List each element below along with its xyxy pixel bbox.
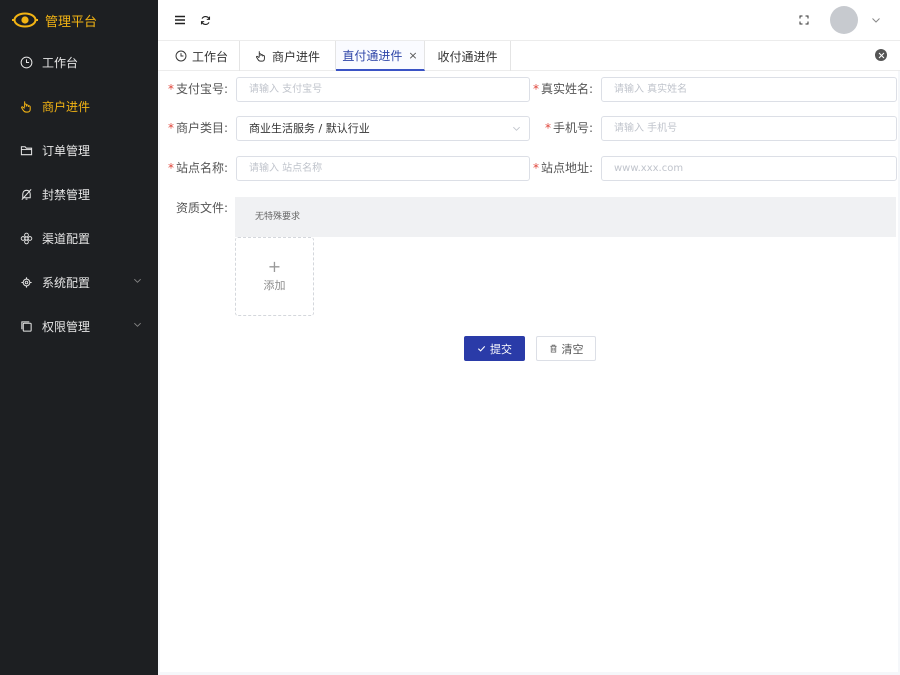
- main-content: * 支付宝号: 请输入 支付宝号 * 真实姓名: 请输入 真实姓名 * 商户类目: 商…: [160, 71, 898, 672]
- sidebar: 管理平台 工作台 商户进件 订单管理 封禁管理 渠道配置 系统配置 权限管理: [0, 0, 158, 675]
- tab-label: 直付通进件: [342, 48, 403, 63]
- realname-label: * 真实姓名:: [532, 82, 593, 96]
- refresh-icon[interactable]: [198, 13, 212, 27]
- sidebar-item-merchant-onboarding[interactable]: 商户进件: [0, 84, 158, 128]
- close-icon[interactable]: ×: [408, 49, 417, 62]
- site-name-label: * 站点名称:: [167, 161, 228, 175]
- category-label: * 商户类目:: [167, 121, 228, 135]
- sidebar-item-ban-management[interactable]: 封禁管理: [0, 172, 158, 216]
- required-marker: *: [532, 161, 539, 175]
- bell-off-icon: [18, 186, 34, 202]
- phone-input[interactable]: 请输入 手机号: [601, 116, 897, 141]
- app-title: 管理平台: [45, 14, 98, 30]
- top-header: [158, 0, 900, 40]
- add-file-label: 添加: [263, 279, 286, 292]
- sidebar-item-permissions[interactable]: 权限管理: [0, 304, 158, 348]
- tab-workbench[interactable]: 工作台: [164, 41, 240, 71]
- sidebar-item-label: 订单管理: [42, 143, 91, 158]
- submit-button[interactable]: 提交: [464, 336, 525, 361]
- required-marker: *: [532, 82, 539, 96]
- chevron-down-icon[interactable]: [869, 13, 883, 27]
- logo-icon: [12, 12, 38, 28]
- sidebar-item-system-config[interactable]: 系统配置: [0, 260, 158, 304]
- required-marker: *: [167, 161, 174, 175]
- hand-pointer-icon: [18, 98, 34, 114]
- submit-label: 提交: [490, 342, 512, 356]
- chevron-down-icon: [513, 126, 520, 131]
- sidebar-item-orders[interactable]: 订单管理: [0, 128, 158, 172]
- clear-button[interactable]: 清空: [536, 336, 596, 361]
- tab-label: 工作台: [191, 49, 228, 64]
- sidebar-item-label: 系统配置: [42, 275, 91, 290]
- realname-input[interactable]: 请输入 真实姓名: [601, 77, 897, 102]
- site-url-label: * 站点地址:: [532, 161, 593, 175]
- tab-label: 收付通进件: [437, 49, 498, 64]
- clock-icon: [18, 54, 34, 70]
- check-icon: [477, 344, 486, 353]
- hand-pointer-icon: [255, 50, 267, 62]
- sidebar-item-label: 封禁管理: [42, 187, 91, 202]
- flower-icon: [18, 230, 34, 246]
- files-note: 无特殊要求: [235, 197, 896, 237]
- files-label: 资质文件:: [175, 201, 228, 215]
- site-url-input[interactable]: www.xxx.com: [601, 156, 897, 181]
- sidebar-item-channel-config[interactable]: 渠道配置: [0, 216, 158, 260]
- tab-collect-pay-onboarding[interactable]: 收付通进件: [425, 41, 511, 71]
- copy-icon: [18, 318, 34, 334]
- clear-label: 清空: [561, 342, 584, 356]
- close-all-tabs-icon[interactable]: [875, 49, 887, 61]
- plus-icon: +: [267, 257, 282, 276]
- brand[interactable]: 管理平台: [0, 0, 158, 40]
- sidebar-item-label: 商户进件: [42, 99, 91, 114]
- add-file-button[interactable]: + 添加: [235, 237, 314, 316]
- category-select-value: 商业生活服务 / 默认行业: [249, 122, 370, 135]
- avatar[interactable]: [830, 6, 858, 34]
- tab-direct-pay-onboarding[interactable]: 直付通进件 ×: [336, 41, 425, 71]
- folder-icon: [18, 142, 34, 158]
- fullscreen-icon[interactable]: [797, 13, 811, 27]
- phone-label: * 手机号:: [544, 121, 593, 135]
- gear-icon: [18, 274, 34, 290]
- trash-icon: [549, 344, 558, 353]
- required-marker: *: [167, 82, 174, 96]
- category-select[interactable]: 商业生活服务 / 默认行业: [236, 116, 530, 141]
- menu-toggle-icon[interactable]: [173, 13, 187, 27]
- alipay-label: * 支付宝号:: [167, 82, 228, 96]
- clock-icon: [175, 50, 187, 62]
- required-marker: *: [167, 121, 174, 135]
- site-name-input[interactable]: 请输入 站点名称: [236, 156, 530, 181]
- sidebar-item-workbench[interactable]: 工作台: [0, 40, 158, 84]
- sidebar-item-label: 权限管理: [42, 319, 91, 334]
- chevron-down-icon: [134, 278, 141, 283]
- alipay-input[interactable]: 请输入 支付宝号: [236, 77, 530, 102]
- sidebar-item-label: 渠道配置: [42, 231, 91, 246]
- tab-label: 商户进件: [271, 49, 320, 64]
- required-marker: *: [544, 121, 551, 135]
- tab-merchant-onboarding[interactable]: 商户进件: [240, 41, 336, 71]
- tab-bar: 工作台 商户进件 直付通进件 × 收付通进件: [158, 40, 900, 71]
- sidebar-item-label: 工作台: [42, 55, 79, 70]
- chevron-down-icon: [134, 322, 141, 327]
